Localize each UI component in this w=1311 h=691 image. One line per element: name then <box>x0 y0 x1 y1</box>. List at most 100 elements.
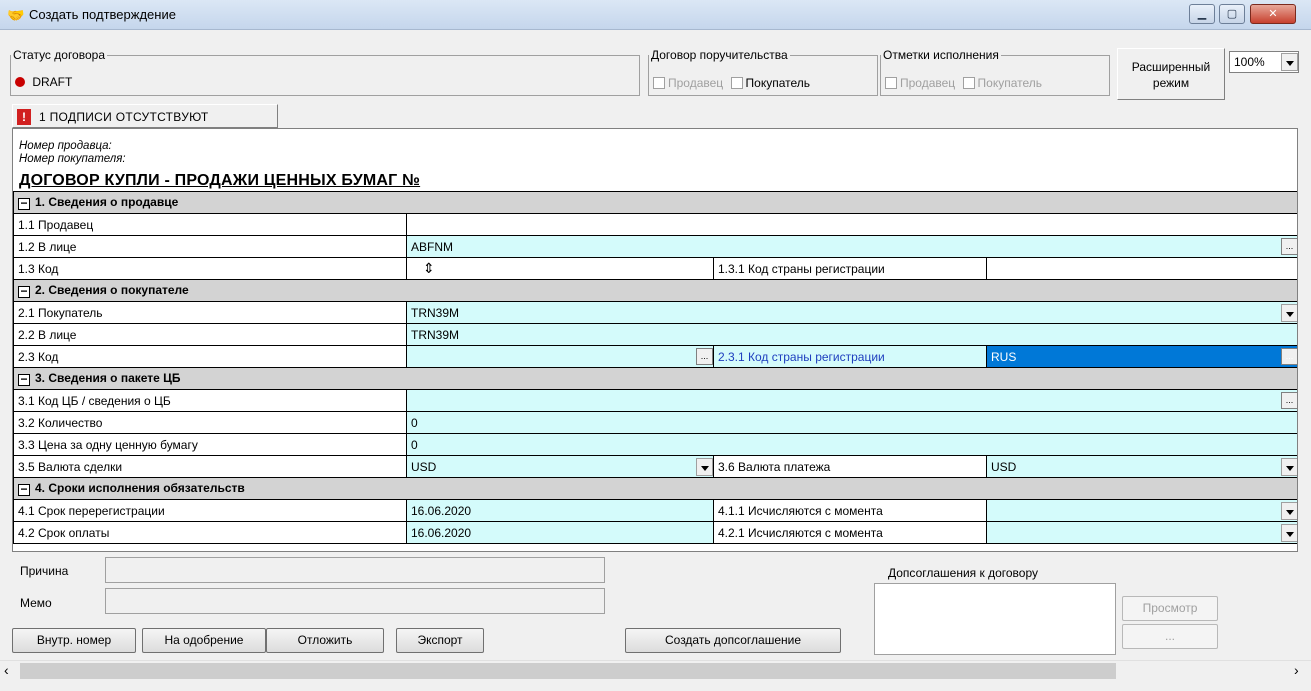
supplements-list[interactable] <box>874 583 1116 655</box>
buyer-select[interactable]: TRN39M <box>405 301 1297 324</box>
seller-number: Номер продавца: <box>19 140 112 152</box>
section-terms[interactable]: −4. Сроки исполнения обязательств <box>13 477 1297 500</box>
execution-marks-group: Отметки исполнения Продавец Покупатель <box>880 48 1110 96</box>
view-button[interactable]: Просмотр <box>1122 596 1218 621</box>
collapse-icon[interactable]: − <box>18 483 30 496</box>
collapse-icon[interactable]: − <box>18 285 30 298</box>
execution-legend: Отметки исполнения <box>883 48 999 62</box>
buyer-representative-field[interactable]: TRN39M <box>405 323 1297 346</box>
row-label: 3.5 Валюта сделки <box>13 455 407 478</box>
internal-number-button[interactable]: Внутр. номер <box>12 628 136 653</box>
deal-currency-select[interactable]: USD <box>406 455 714 478</box>
approve-label: На одобрение <box>164 633 244 647</box>
signature-tab-label: 1 ПОДПИСИ ОТСУТСТВУЮТ <box>39 110 209 124</box>
section-seller[interactable]: −1. Сведения о продавце <box>13 191 1297 214</box>
create-supplement-button[interactable]: Создать допсоглашение <box>625 628 841 653</box>
reason-label: Причина <box>20 564 69 578</box>
row-label: 3.6 Валюта платежа <box>713 455 987 478</box>
buyer-code-field[interactable]: ... <box>406 345 714 368</box>
collapse-icon[interactable]: − <box>18 373 30 386</box>
section-buyer[interactable]: −2. Сведения о покупателе <box>13 279 1297 302</box>
seller-representative-field[interactable]: ABFNM... <box>405 235 1297 258</box>
row-label: 2.3 Код <box>13 345 407 368</box>
chevron-down-icon[interactable] <box>1281 524 1297 542</box>
reregistration-moment-select[interactable] <box>985 499 1297 522</box>
ellipsis-button[interactable]: ... <box>1281 348 1297 365</box>
status-indicator: DRAFT <box>15 75 72 89</box>
row-label: 3.3 Цена за одну ценную бумагу <box>13 433 407 456</box>
table-row: 4.1 Срок перерегистрации 16.06.2020 4.1.1 … <box>13 499 1297 522</box>
buyer-country-field[interactable]: RUS... <box>985 345 1297 368</box>
table-row: 1.2 В лице ABFNM... <box>13 235 1297 258</box>
field-value: RUS <box>991 349 1017 364</box>
guarantee-seller-checkbox[interactable] <box>653 77 665 89</box>
export-button[interactable]: Экспорт <box>396 628 484 653</box>
collapse-icon[interactable]: − <box>18 197 30 210</box>
chevron-down-icon[interactable] <box>1281 458 1297 476</box>
seller-field[interactable] <box>405 213 1297 236</box>
row-label: 2.1 Покупатель <box>13 301 407 324</box>
maximize-button[interactable]: ▢ <box>1219 4 1245 24</box>
payment-moment-select[interactable] <box>985 521 1297 544</box>
document-title: ДОГОВОР КУПЛИ - ПРОДАЖИ ЦЕННЫХ БУМАГ № <box>19 172 421 189</box>
close-button[interactable]: ✕ <box>1250 4 1296 24</box>
extended-mode-button[interactable]: Расширенный режим <box>1117 48 1225 100</box>
guarantee-group: Договор поручительства Продавец Покупате… <box>648 48 878 96</box>
view-button-label: Просмотр <box>1142 601 1198 615</box>
reason-field[interactable] <box>105 557 605 583</box>
contract-status-group: Статус договора DRAFT <box>10 48 640 96</box>
extended-mode-label: Расширенный режим <box>1131 60 1211 90</box>
chevron-down-icon[interactable] <box>1281 502 1297 520</box>
handshake-icon: 🤝 <box>7 7 25 23</box>
ellipsis-button[interactable]: ... <box>1281 392 1297 409</box>
memo-field[interactable] <box>105 588 605 614</box>
payment-currency-select[interactable]: USD <box>985 455 1297 478</box>
table-row: 2.1 Покупатель TRN39M <box>13 301 1297 324</box>
chevron-down-icon[interactable] <box>1281 304 1297 322</box>
reregistration-date-field[interactable]: 16.06.2020 <box>406 499 714 522</box>
payment-date-field[interactable]: 16.06.2020 <box>406 521 714 544</box>
row-label: 4.1.1 Исчисляются с момента <box>713 499 987 522</box>
memo-label: Мемо <box>20 596 52 610</box>
guarantee-buyer-checkbox[interactable] <box>730 77 743 89</box>
table-row: 4.2 Срок оплаты 16.06.2020 4.2.1 Исчисляют… <box>13 521 1297 544</box>
window-title: Создать подтверждение <box>29 7 176 22</box>
chevron-left-icon[interactable]: ‹ <box>4 662 9 678</box>
chevron-down-icon[interactable] <box>1281 53 1298 71</box>
row-label: 3.1 Код ЦБ / сведения о ЦБ <box>13 389 407 412</box>
minimize-button[interactable]: ▁ <box>1189 4 1215 24</box>
zoom-select[interactable]: 100% <box>1229 51 1299 73</box>
tab-missing-signatures[interactable]: ! 1 ПОДПИСИ ОТСУТСТВУЮТ <box>12 104 278 128</box>
title-bar[interactable] <box>0 0 1311 30</box>
table-row: 1.1 Продавец <box>13 213 1297 236</box>
row-label: 4.2 Срок оплаты <box>13 521 407 544</box>
contract-document[interactable]: Номер продавца: Номер покупателя: ДОГОВО… <box>12 128 1298 552</box>
seller-code-field[interactable]: ⇕ <box>406 257 714 280</box>
section-securities[interactable]: −3. Сведения о пакете ЦБ <box>13 367 1297 390</box>
guarantee-legend: Договор поручительства <box>651 48 788 62</box>
price-field[interactable]: 0 <box>405 433 1297 456</box>
field-value: TRN39M <box>411 305 460 320</box>
approve-button[interactable]: На одобрение <box>142 628 266 653</box>
execution-buyer-checkbox[interactable] <box>962 77 975 89</box>
postpone-button[interactable]: Отложить <box>266 628 384 653</box>
table-row: 1.3 Код ⇕ 1.3.1 Код страны регистрации <box>13 257 1297 280</box>
chevron-right-icon[interactable]: › <box>1294 662 1299 678</box>
execution-seller-checkbox[interactable] <box>885 77 897 89</box>
security-code-field[interactable]: ... <box>405 389 1297 412</box>
more-button[interactable]: ... <box>1122 624 1218 649</box>
contract-status-legend: Статус договора <box>13 48 105 62</box>
more-button-label: ... <box>1164 629 1175 643</box>
chevron-down-icon[interactable] <box>696 458 713 476</box>
seller-country-field[interactable] <box>985 257 1297 280</box>
scrollbar-thumb[interactable] <box>20 663 1116 679</box>
section-label: 4. Сроки исполнения обязательств <box>35 481 245 495</box>
row-label: 2.3.1 Код страны регистрации <box>713 345 987 368</box>
ellipsis-button[interactable]: ... <box>696 348 713 365</box>
execution-buyer-label: Покупатель <box>977 76 1042 90</box>
field-value: USD <box>991 459 1017 474</box>
row-label: 1.3 Код <box>13 257 407 280</box>
quantity-field[interactable]: 0 <box>405 411 1297 434</box>
row-label: 1.1 Продавец <box>13 213 407 236</box>
ellipsis-button[interactable]: ... <box>1281 238 1297 255</box>
